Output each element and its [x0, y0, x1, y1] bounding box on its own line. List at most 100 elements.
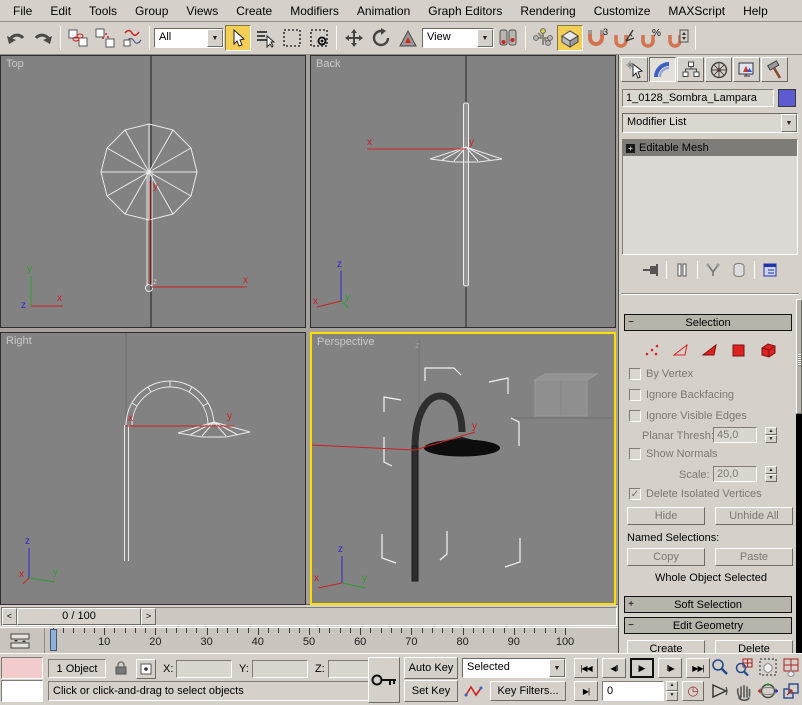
use-pivot-point-center-button[interactable] — [495, 25, 521, 51]
snaps-toggle-button[interactable] — [557, 25, 583, 51]
y-coord-field[interactable] — [252, 660, 308, 678]
menu-item-group[interactable]: Group — [126, 1, 177, 21]
configure-modifier-sets-button[interactable] — [759, 260, 781, 280]
menu-item-maxscript[interactable]: MAXScript — [659, 1, 734, 21]
checkbox[interactable] — [629, 448, 641, 460]
tab-modify[interactable] — [649, 57, 676, 82]
absolute-offset-mode-toggle[interactable] — [136, 659, 156, 679]
go-to-end-button[interactable]: ▶▶| — [686, 658, 710, 678]
spinner-up-icon[interactable]: ▲ — [765, 466, 777, 474]
select-and-rotate-button[interactable] — [368, 25, 394, 51]
planar-thresh-spinner[interactable]: ▲ ▼ — [765, 427, 777, 443]
select-and-move-button[interactable] — [341, 25, 367, 51]
checkbox[interactable] — [629, 410, 641, 422]
chevron-down-icon[interactable]: ▼ — [781, 114, 797, 132]
key-filters-button[interactable]: Key Filters... — [490, 681, 566, 701]
modifier-stack-list[interactable]: + Editable Mesh — [622, 139, 798, 255]
set-key-button[interactable]: Set Key — [404, 680, 458, 702]
menu-item-animation[interactable]: Animation — [348, 1, 419, 21]
undo-icon[interactable] — [3, 25, 29, 51]
spinner-down-icon[interactable]: ▼ — [765, 435, 777, 443]
open-mini-curve-editor-button[interactable] — [4, 631, 36, 650]
time-slider-next-button[interactable]: > — [141, 608, 156, 625]
menu-item-views[interactable]: Views — [177, 1, 227, 21]
vertex-sub-object-icon[interactable] — [643, 342, 661, 358]
viewport-back[interactable]: Back x y — [310, 55, 616, 328]
delete-isolated-vertices-checkbox[interactable]: ✓ Delete Isolated Vertices — [629, 487, 762, 501]
menu-item-create[interactable]: Create — [227, 1, 281, 21]
viewport-perspective[interactable]: Perspective z — [310, 332, 616, 605]
menu-item-rendering[interactable]: Rendering — [511, 1, 584, 21]
auto-key-button[interactable]: Auto Key — [404, 657, 458, 679]
menu-item-modifiers[interactable]: Modifiers — [281, 1, 348, 21]
field-of-view-button[interactable] — [710, 681, 732, 703]
menu-item-edit[interactable]: Edit — [41, 1, 80, 21]
paste-button[interactable]: Paste — [715, 548, 793, 566]
set-keys-button[interactable] — [368, 657, 400, 703]
rollout-soft-selection-header[interactable]: + Soft Selection — [624, 596, 792, 613]
next-frame-button[interactable]: ‖▶ — [658, 658, 682, 678]
select-object-button[interactable] — [225, 25, 251, 51]
maxscript-mini-listener[interactable] — [1, 680, 43, 702]
unlink-selection-icon[interactable] — [92, 25, 118, 51]
rollout-edit-geometry-header[interactable]: − Edit Geometry — [624, 617, 792, 634]
menu-item-customize[interactable]: Customize — [585, 1, 660, 21]
polygon-sub-object-icon[interactable] — [730, 342, 748, 358]
tab-display[interactable] — [733, 57, 760, 82]
object-color-swatch[interactable] — [778, 89, 796, 107]
checkbox[interactable] — [629, 389, 641, 401]
min-max-toggle-button[interactable] — [782, 681, 802, 703]
element-sub-object-icon[interactable] — [759, 342, 779, 358]
spinner-snap-button[interactable] — [665, 25, 691, 51]
zoom-extents-all-button[interactable] — [782, 657, 802, 679]
zoom-all-button[interactable] — [734, 657, 756, 679]
planar-thresh-field[interactable]: 45,0 — [713, 427, 757, 443]
expand-icon[interactable]: + — [626, 144, 635, 153]
time-slider-handle[interactable]: 0 / 100 — [17, 608, 141, 625]
window-crossing-selection-button[interactable] — [306, 25, 332, 51]
scale-field[interactable]: 20,0 — [713, 466, 757, 482]
select-and-manipulate-button[interactable] — [530, 25, 556, 51]
copy-button[interactable]: Copy — [627, 548, 705, 566]
time-slider-track[interactable]: < 0 / 100 > — [1, 607, 617, 626]
by-vertex-checkbox[interactable]: By Vertex — [629, 367, 693, 381]
trackbar-ruler[interactable]: 0102030405060708090100 — [44, 628, 618, 653]
show-end-result-button[interactable] — [671, 260, 693, 280]
spinner-down-icon[interactable]: ▼ — [666, 691, 678, 701]
panel-scrollbar[interactable] — [796, 299, 802, 653]
scale-spinner[interactable]: ▲ ▼ — [765, 466, 777, 482]
track-bar[interactable]: 0102030405060708090100 — [0, 627, 618, 653]
maxscript-macro-recorder[interactable] — [1, 657, 43, 679]
previous-frame-button[interactable]: ◀‖ — [602, 658, 626, 678]
scrollbar-thumb[interactable] — [796, 299, 802, 414]
menu-item-tools[interactable]: Tools — [80, 1, 126, 21]
pan-button[interactable] — [734, 681, 756, 703]
selection-lock-toggle[interactable] — [112, 659, 132, 679]
edge-sub-object-icon[interactable] — [672, 342, 690, 358]
arc-rotate-button[interactable] — [758, 681, 780, 703]
rollout-selection-header[interactable]: − Selection — [624, 314, 792, 331]
stack-item-editable-mesh[interactable]: + Editable Mesh — [623, 140, 797, 156]
chevron-down-icon[interactable]: ▼ — [207, 29, 223, 47]
face-sub-object-icon[interactable] — [701, 342, 719, 358]
tab-create[interactable] — [621, 57, 648, 82]
frame-spinner[interactable]: ▲ ▼ — [666, 681, 678, 701]
selection-set-dropdown[interactable]: Selected ▼ — [462, 658, 566, 678]
show-normals-checkbox[interactable]: Show Normals — [629, 447, 718, 461]
select-by-name-button[interactable] — [252, 25, 278, 51]
angle-snap-button[interactable] — [611, 25, 637, 51]
viewport-right[interactable]: Right — [0, 332, 306, 605]
redo-icon[interactable] — [30, 25, 56, 51]
ignore-visible-edges-checkbox[interactable]: Ignore Visible Edges — [629, 409, 747, 423]
hide-button[interactable]: Hide — [627, 507, 705, 525]
reference-coordinate-system-dropdown[interactable]: View ▼ — [422, 28, 494, 48]
ignore-backfacing-checkbox[interactable]: Ignore Backfacing — [629, 388, 734, 402]
chevron-down-icon[interactable]: ▼ — [549, 659, 565, 677]
time-configuration-button[interactable]: ◷ — [682, 681, 704, 701]
object-name-field[interactable]: 1_0128_Sombra_Lampara — [622, 89, 774, 107]
delete-button-clipped[interactable]: Delete — [715, 640, 793, 653]
spinner-up-icon[interactable]: ▲ — [666, 681, 678, 691]
x-coord-field[interactable] — [176, 660, 232, 678]
checkbox[interactable]: ✓ — [629, 488, 641, 500]
spinner-down-icon[interactable]: ▼ — [765, 474, 777, 482]
